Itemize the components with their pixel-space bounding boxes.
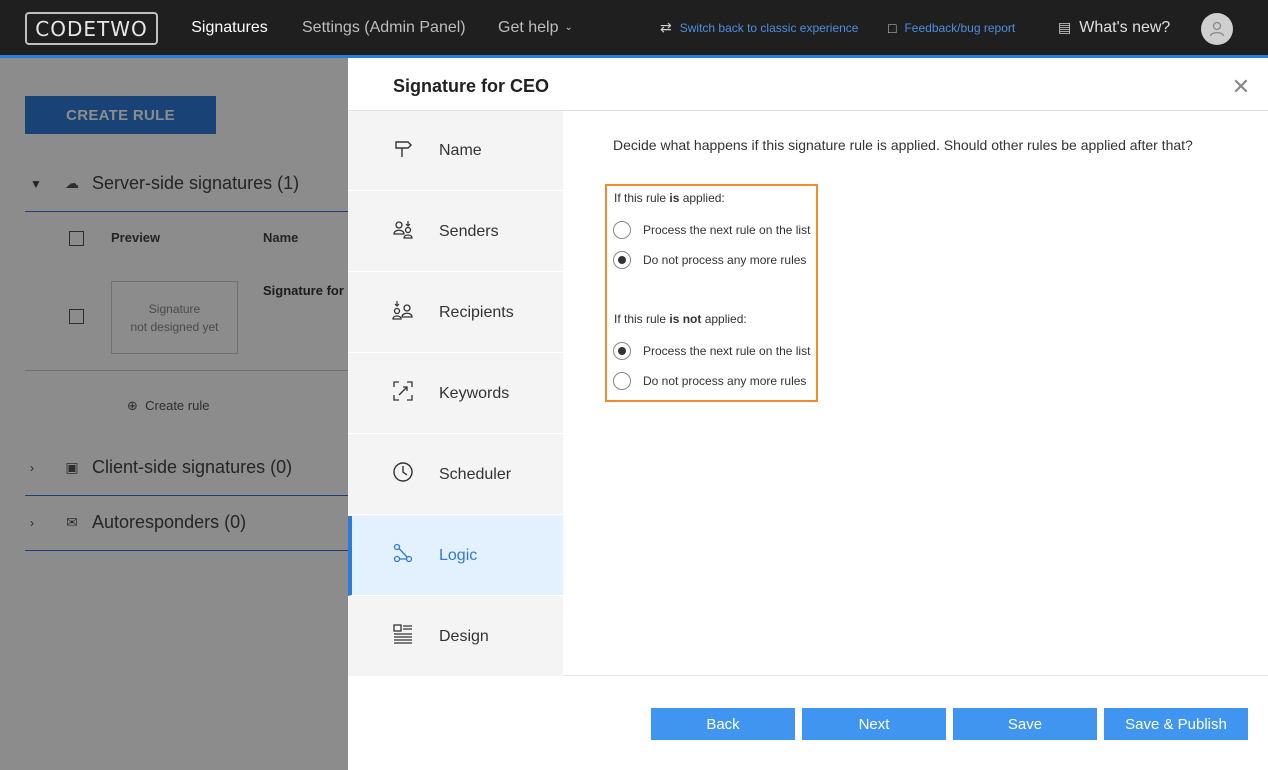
switch-arrows-icon: ⇄ bbox=[660, 19, 672, 35]
feedback-link[interactable]: □ Feedback/bug report bbox=[888, 0, 1015, 55]
step-logic-label: Logic bbox=[439, 546, 478, 564]
group-label-not-applied: If this rule is not applied: bbox=[614, 312, 747, 326]
feedback-icon: □ bbox=[888, 19, 897, 36]
close-icon[interactable]: ✕ bbox=[1230, 74, 1252, 99]
rule-editor-modal: Signature for CEO ✕ Name Senders Recipie… bbox=[348, 58, 1268, 770]
keywords-icon bbox=[392, 380, 438, 407]
logic-panel: Decide what happens if this signature ru… bbox=[563, 111, 1268, 677]
not-applied-do-not-process-label: Do not process any more rules bbox=[643, 374, 807, 388]
applied-process-next-option[interactable]: Process the next rule on the list bbox=[613, 220, 810, 240]
top-bar: CODETWO Signatures Settings (Admin Panel… bbox=[0, 0, 1268, 58]
group-not-applied-prefix: If this rule bbox=[614, 312, 670, 326]
step-recipients[interactable]: Recipients bbox=[348, 273, 563, 353]
whats-new-label: What's new? bbox=[1079, 18, 1171, 36]
step-logic[interactable]: Logic bbox=[348, 516, 563, 596]
not-applied-process-next-label: Process the next rule on the list bbox=[643, 344, 811, 358]
save-button[interactable]: Save bbox=[953, 708, 1097, 740]
design-icon bbox=[392, 623, 438, 650]
modal-backdrop[interactable] bbox=[0, 58, 348, 770]
step-keywords-label: Keywords bbox=[439, 384, 510, 402]
applied-do-not-process-radio[interactable] bbox=[613, 251, 631, 269]
chevron-down-icon: ⌄ bbox=[564, 22, 573, 33]
news-icon: ▤ bbox=[1058, 19, 1072, 35]
nav-settings[interactable]: Settings (Admin Panel) bbox=[302, 0, 466, 55]
avatar[interactable] bbox=[1201, 13, 1233, 45]
applied-do-not-process-option[interactable]: Do not process any more rules bbox=[613, 250, 806, 270]
step-senders-label: Senders bbox=[439, 222, 499, 240]
step-scheduler[interactable]: Scheduler bbox=[348, 435, 563, 515]
next-button[interactable]: Next bbox=[802, 708, 946, 740]
logic-icon bbox=[392, 542, 438, 569]
group-not-applied-bold: is not bbox=[669, 312, 702, 326]
group-label-applied: If this rule is applied: bbox=[614, 191, 725, 205]
step-name-label: Name bbox=[439, 141, 482, 159]
recipients-icon bbox=[392, 299, 438, 326]
modal-title: Signature for CEO bbox=[393, 76, 550, 96]
switch-classic-label: Switch back to classic experience bbox=[679, 20, 859, 35]
nav-get-help[interactable]: Get help ⌄ bbox=[498, 0, 573, 55]
footer-divider bbox=[563, 675, 1268, 676]
senders-icon bbox=[392, 218, 438, 245]
logic-options-box: If this rule is applied: Process the nex… bbox=[605, 184, 818, 402]
applied-process-next-label: Process the next rule on the list bbox=[643, 223, 811, 237]
codetwo-logo[interactable]: CODETWO bbox=[25, 12, 158, 45]
step-design-label: Design bbox=[439, 627, 489, 645]
not-applied-do-not-process-option[interactable]: Do not process any more rules bbox=[613, 371, 806, 391]
applied-process-next-radio[interactable] bbox=[613, 221, 631, 239]
not-applied-do-not-process-radio[interactable] bbox=[613, 372, 631, 390]
group-applied-bold: is bbox=[669, 191, 680, 205]
back-button[interactable]: Back bbox=[651, 708, 795, 740]
signpost-icon bbox=[392, 137, 438, 164]
feedback-label: Feedback/bug report bbox=[904, 20, 1016, 35]
nav-signatures[interactable]: Signatures bbox=[175, 0, 284, 58]
group-applied-suffix: applied: bbox=[679, 191, 725, 205]
step-recipients-label: Recipients bbox=[439, 303, 514, 321]
logic-question: Decide what happens if this signature ru… bbox=[613, 137, 1193, 153]
step-design[interactable]: Design bbox=[348, 597, 563, 677]
steps-sidebar: Name Senders Recipients Keywords Schedul… bbox=[348, 111, 563, 677]
group-not-applied-suffix: applied: bbox=[701, 312, 747, 326]
clock-icon bbox=[392, 461, 438, 488]
nav-get-help-label: Get help bbox=[498, 18, 559, 36]
step-scheduler-label: Scheduler bbox=[439, 465, 512, 483]
group-applied-prefix: If this rule bbox=[614, 191, 670, 205]
user-icon bbox=[1209, 21, 1225, 37]
step-senders[interactable]: Senders bbox=[348, 192, 563, 272]
step-keywords[interactable]: Keywords bbox=[348, 354, 563, 434]
step-name[interactable]: Name bbox=[348, 111, 563, 191]
whats-new-link[interactable]: ▤ What's new? bbox=[1058, 0, 1170, 55]
switch-classic-link[interactable]: ⇄ Switch back to classic experience bbox=[660, 0, 858, 55]
not-applied-process-next-radio[interactable] bbox=[613, 342, 631, 360]
not-applied-process-next-option[interactable]: Process the next rule on the list bbox=[613, 341, 810, 361]
save-publish-button[interactable]: Save & Publish bbox=[1104, 708, 1248, 740]
applied-do-not-process-label: Do not process any more rules bbox=[643, 253, 807, 267]
